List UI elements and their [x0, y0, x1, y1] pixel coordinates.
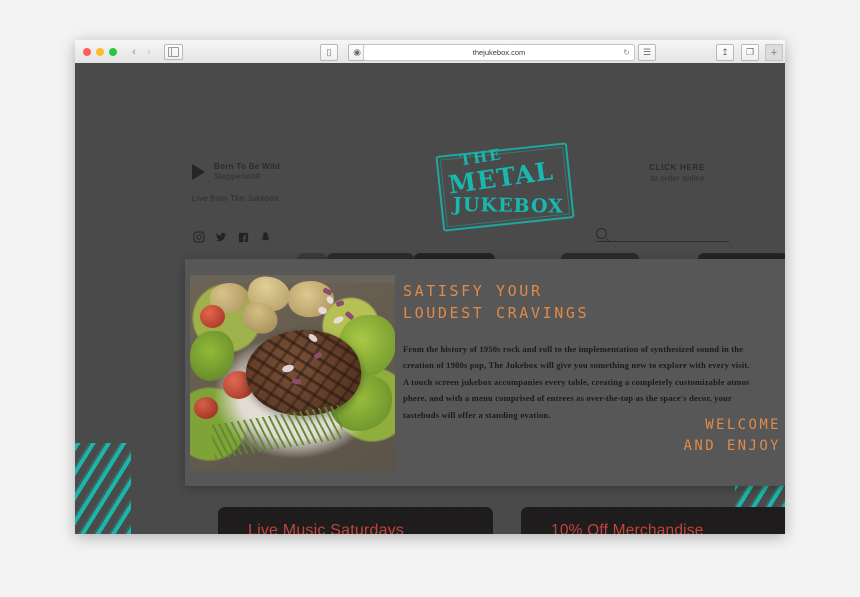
- now-playing-song: Born To Be Wild: [214, 162, 281, 171]
- hero-outro: WELCOME AND ENJOY: [684, 415, 781, 457]
- browser-window: ‹ › ▯ ◉ thejukebox.com ↻ ☰ ↥ ❐ + Born To…: [75, 40, 785, 534]
- address-bar[interactable]: thejukebox.com ↻: [363, 44, 635, 61]
- hero-panel: SATISFY YOUR LOUDEST CRAVINGS From the h…: [185, 259, 785, 486]
- hero-outro-line-2: AND ENJOY: [683, 438, 781, 454]
- social-links[interactable]: [193, 231, 271, 243]
- twitter-icon[interactable]: [215, 231, 227, 243]
- live-from-label: Live from The Jukebox: [192, 194, 280, 203]
- close-window-button[interactable]: [83, 47, 91, 56]
- search-box[interactable]: [596, 228, 729, 242]
- url-text: thejukebox.com: [472, 48, 526, 57]
- search-icon: [596, 228, 607, 239]
- cherry-tomato: [194, 397, 218, 419]
- navigation-buttons[interactable]: ‹ ›: [127, 44, 156, 59]
- new-tab-button[interactable]: +: [765, 44, 783, 61]
- logo-line-jukebox: JUKEBOX: [452, 193, 565, 218]
- hero-title: SATISFY YOUR LOUDEST CRAVINGS: [403, 281, 781, 325]
- toolbar-right-icons[interactable]: ↥ ❐: [716, 44, 759, 61]
- bookmarks-icon[interactable]: ▯: [320, 44, 338, 61]
- minimize-window-button[interactable]: [96, 47, 104, 56]
- facebook-icon[interactable]: [237, 231, 249, 243]
- order-online-cta[interactable]: CLICK HERE to order online: [649, 163, 705, 185]
- reload-icon[interactable]: ↻: [623, 48, 630, 57]
- reader-button-group[interactable]: ☰: [638, 44, 656, 61]
- site-logo[interactable]: THE METAL JUKEBOX: [431, 136, 579, 238]
- hero-food-image: [190, 275, 395, 471]
- promo-card-merchandise[interactable]: 10% Off Merchandise With Purchase Over $…: [521, 507, 785, 534]
- snapchat-icon[interactable]: [259, 231, 271, 243]
- promo-banners[interactable]: Live Music Saturdays Begin 1/14 and End …: [218, 507, 785, 534]
- instagram-icon[interactable]: [193, 231, 205, 243]
- tabs-icon[interactable]: ❐: [741, 44, 759, 61]
- now-playing-text: Born To Be Wild Steppenwolf: [214, 162, 280, 182]
- maximize-window-button[interactable]: [109, 47, 117, 56]
- back-button[interactable]: ‹: [127, 44, 141, 59]
- search-input[interactable]: [612, 228, 726, 239]
- now-playing-widget[interactable]: Born To Be Wild Steppenwolf: [192, 162, 280, 182]
- promo-line-1: Live Music Saturdays: [248, 521, 405, 534]
- sidebar-toggle-button[interactable]: [164, 43, 183, 60]
- share-icon[interactable]: ↥: [716, 44, 734, 61]
- hero-text-block: SATISFY YOUR LOUDEST CRAVINGS From the h…: [403, 281, 781, 423]
- forward-button[interactable]: ›: [142, 44, 156, 59]
- browser-toolbar: ‹ › ▯ ◉ thejukebox.com ↻ ☰ ↥ ❐ +: [75, 40, 785, 64]
- screenshot-root: ‹ › ▯ ◉ thejukebox.com ↻ ☰ ↥ ❐ + Born To…: [0, 0, 860, 597]
- now-playing-artist: Steppenwolf: [214, 172, 261, 181]
- hero-title-line-1: SATISFY YOUR: [403, 282, 543, 300]
- order-cta-headline: CLICK HERE: [649, 163, 705, 172]
- cherry-tomato: [200, 305, 225, 328]
- teal-stripes-left-decoration: [75, 443, 131, 534]
- hero-body-text: From the history of 1950s rock and roll …: [403, 343, 750, 420]
- webpage-content: Born To Be Wild Steppenwolf Live from Th…: [75, 63, 785, 534]
- reader-icon[interactable]: ☰: [638, 44, 656, 61]
- hero-title-line-2: LOUDEST CRAVINGS: [403, 303, 590, 322]
- play-icon[interactable]: [192, 164, 205, 180]
- toolbar-mid-icons[interactable]: ▯ ◉: [320, 44, 366, 61]
- hero-outro-line-1: WELCOME: [705, 417, 781, 433]
- order-cta-subline: to order online: [650, 173, 705, 183]
- promo-card-live-music[interactable]: Live Music Saturdays Begin 1/14 and End …: [218, 507, 493, 534]
- sidebar-icon: [168, 46, 179, 57]
- window-controls[interactable]: [83, 47, 117, 56]
- promo-line-1: 10% Off Merchandise: [551, 522, 704, 534]
